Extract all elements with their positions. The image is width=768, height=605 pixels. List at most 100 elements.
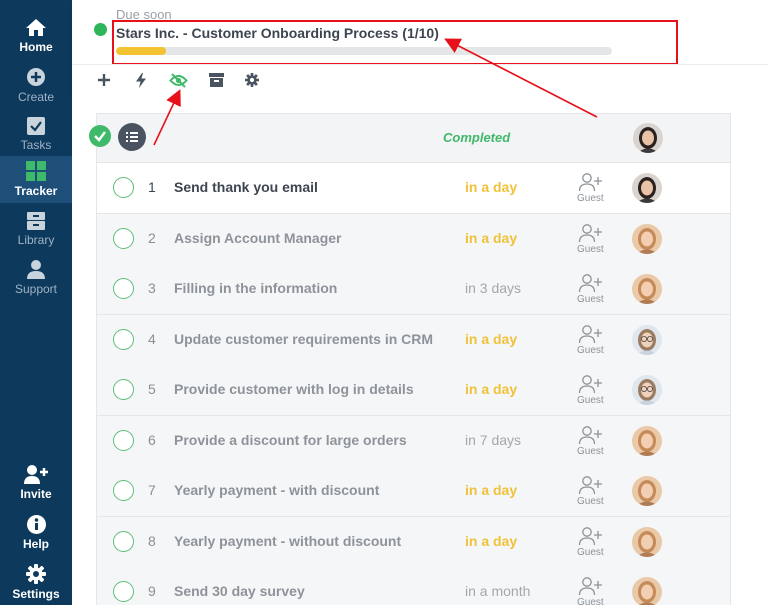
avatar[interactable] [632,375,662,405]
sidebar-item-label: Library [17,232,55,247]
user-plus-icon [578,577,602,596]
grid-icon [26,161,46,181]
task-due: in a day [465,229,518,246]
archive-icon [208,73,224,87]
user-plus-icon [578,223,602,242]
info-icon [26,515,46,534]
task-name[interactable]: Yearly payment - with discount [174,482,379,498]
complete-checkbox[interactable] [113,328,134,350]
table-row[interactable]: 5 Provide customer with log in details in … [96,365,731,416]
eye-slash-icon [168,72,188,88]
avatar[interactable] [632,173,662,203]
task-table: Completed 1 Send thank you email in a day G… [72,95,768,605]
avatar[interactable] [632,324,662,355]
task-due: in a month [465,583,531,599]
complete-checkbox[interactable] [113,227,134,249]
sidebar-item-label: Tracker [14,184,58,198]
complete-checkbox[interactable] [113,177,134,198]
sidebar-item-home[interactable]: Home [0,14,72,58]
table-row[interactable]: 2 Assign Account Manager in a day Guest [96,213,731,265]
sidebar-item-support[interactable]: Support [0,256,72,300]
assign-guest-button[interactable]: Guest [575,475,611,509]
task-due: in a day [465,381,518,397]
divider [72,64,768,65]
sidebar-item-help[interactable]: Help [0,511,72,555]
task-number: 7 [148,482,156,498]
sidebar-item-tracker[interactable]: Tracker [0,156,72,203]
complete-checkbox[interactable] [113,278,134,299]
table-row[interactable]: 4 Update customer requirements in CRM in a… [96,314,731,366]
table-row[interactable]: 8 Yearly payment - without discount in a d… [96,516,731,568]
annotation-highlight-box [112,20,678,65]
guest-label: Guest [577,445,604,457]
list-view-icon[interactable] [118,123,146,151]
sidebar: Home Create Tasks Tracker Library Suppor… [0,0,72,605]
avatar[interactable] [633,123,663,153]
guest-label: Guest [577,546,604,558]
task-name[interactable]: Filling in the information [174,280,337,296]
task-due: in a day [465,482,518,498]
sidebar-item-label: Help [22,537,49,551]
task-due: in 3 days [465,280,522,296]
task-due: in a day [465,179,518,195]
task-name[interactable]: Yearly payment - without discount [174,533,401,549]
sidebar-item-label: Support [14,282,58,296]
assign-guest-button[interactable]: Guest [575,526,611,560]
user-icon [27,260,45,279]
table-row[interactable]: 7 Yearly payment - with discount in a day G… [96,466,731,517]
avatar[interactable] [632,526,662,557]
check-all-icon[interactable] [89,125,111,147]
avatar[interactable] [632,425,662,456]
complete-checkbox[interactable] [113,379,134,400]
add-task-button[interactable] [94,70,114,90]
sidebar-item-tasks[interactable]: Tasks [0,112,72,156]
sidebar-item-library[interactable]: Library [0,207,72,251]
complete-checkbox[interactable] [113,480,134,501]
sidebar-item-label: Create [17,89,55,104]
sidebar-item-label: Settings [12,586,60,601]
avatar[interactable] [632,577,662,605]
assign-guest-button[interactable]: Guest [575,172,611,206]
table-row[interactable]: 6 Provide a discount for large orders in 7… [96,415,731,467]
user-plus-icon [578,324,602,343]
complete-checkbox[interactable] [113,581,134,602]
table-row[interactable]: 3 Filling in the information in 3 days Gues… [96,264,731,315]
avatar[interactable] [632,274,662,304]
complete-checkbox[interactable] [113,429,134,451]
task-name[interactable]: Update customer requirements in CRM [174,331,433,347]
assign-guest-button[interactable]: Guest [575,273,611,307]
assign-guest-button[interactable]: Guest [575,425,611,459]
archive-button[interactable] [206,70,226,90]
assign-guest-button[interactable]: Guest [575,223,611,257]
sidebar-item-create[interactable]: Create [0,63,72,107]
task-due: in a day [465,330,518,347]
task-number: 8 [148,532,156,549]
avatar[interactable] [632,476,662,506]
sidebar-item-settings[interactable]: Settings [0,560,72,604]
assign-guest-button[interactable]: Guest [575,374,611,408]
table-row[interactable]: 1 Send thank you email in a day Guest [96,163,731,214]
task-name[interactable]: Send 30 day survey [174,583,305,599]
task-number: 2 [148,229,156,246]
plus-icon [98,74,110,86]
assign-guest-button[interactable]: Guest [575,324,611,358]
table-row[interactable]: 9 Send 30 day survey in a month Guest [96,567,731,605]
sidebar-item-invite[interactable]: Invite [0,461,72,505]
automation-button[interactable] [131,70,151,90]
task-name[interactable]: Provide a discount for large orders [174,432,407,448]
task-due: in a day [465,532,518,549]
guest-label: Guest [577,243,604,255]
avatar[interactable] [632,223,662,254]
hide-completed-button[interactable] [168,70,188,90]
process-header: Due soon Stars Inc. - Customer Onboardin… [72,0,768,95]
assign-guest-button[interactable]: Guest [575,576,611,605]
task-name[interactable]: Send thank you email [174,179,318,195]
process-settings-button[interactable] [242,70,262,90]
status-dot [94,23,107,36]
task-number: 9 [148,583,156,599]
table-header: Completed [89,113,731,163]
user-plus-icon [578,375,602,394]
task-name[interactable]: Assign Account Manager [174,230,342,246]
task-name[interactable]: Provide customer with log in details [174,381,414,397]
complete-checkbox[interactable] [113,530,134,552]
